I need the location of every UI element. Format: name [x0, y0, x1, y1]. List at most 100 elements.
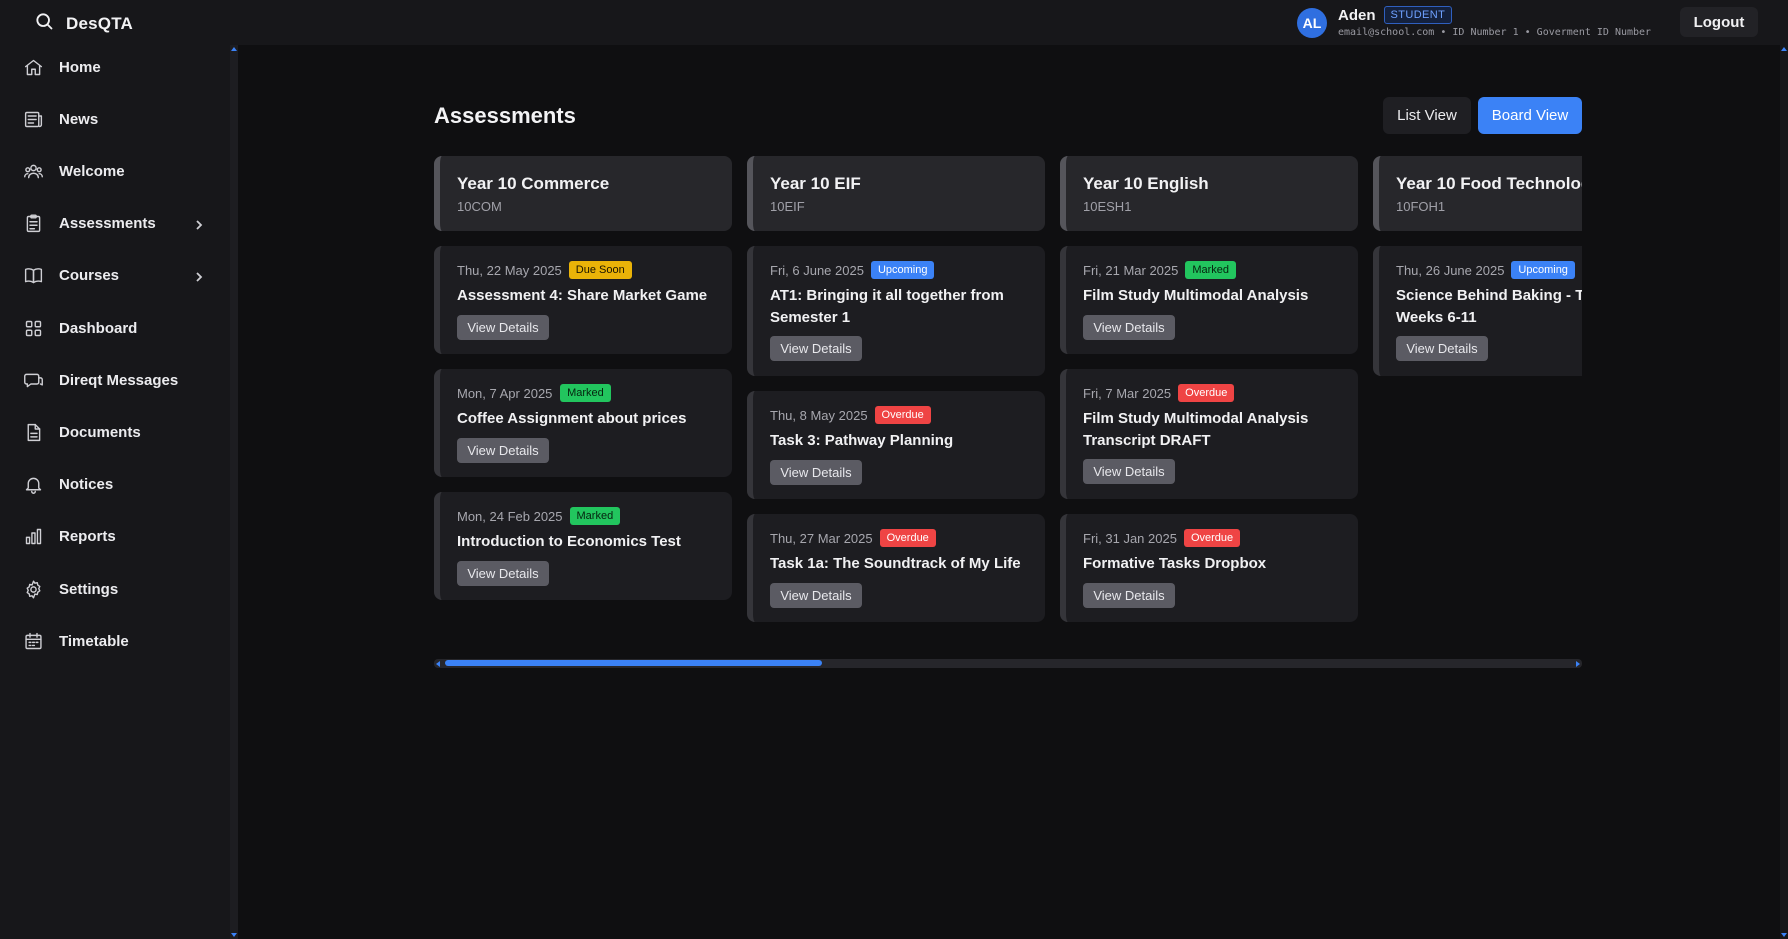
sidebar-item-label: Welcome	[59, 162, 125, 180]
due-date: Thu, 26 June 2025	[1396, 263, 1505, 278]
scroll-down-arrow[interactable]	[1781, 933, 1787, 937]
sidebar-item-label: Dashboard	[59, 319, 138, 337]
scroll-down-arrow[interactable]	[231, 933, 237, 937]
sidebar-item-direqt-messages[interactable]: Direqt Messages	[0, 360, 230, 400]
status-badge: Marked	[569, 507, 621, 525]
top-bar: DesQTA AL Aden STUDENT email@school.com …	[0, 0, 1788, 45]
sidebar-item-welcome[interactable]: Welcome	[0, 151, 230, 191]
column-title: Year 10 English	[1083, 174, 1209, 193]
sidebar: Home News Welcome Assessments Courses Dashboa…	[0, 45, 230, 939]
assessment-title: Science Behind Baking - Term 2 Weeks 6-1…	[1396, 287, 1582, 326]
brand[interactable]: DesQTA	[34, 11, 133, 36]
view-details-button[interactable]: View Details	[1083, 583, 1175, 608]
assessment-card[interactable]: Fri, 31 Jan 2025 Overdue Formative Tasks D…	[1060, 514, 1358, 622]
view-details-button[interactable]: View Details	[770, 583, 862, 608]
column-header[interactable]: Year 10 Commerce 10COM	[434, 156, 732, 231]
newspaper-icon	[22, 108, 44, 130]
view-details-button[interactable]: View Details	[1083, 315, 1175, 340]
bell-icon	[22, 474, 44, 496]
assessment-card[interactable]: Thu, 8 May 2025 Overdue Task 3: Pathway Pl…	[747, 391, 1045, 499]
column-code: 10ESH1	[1083, 199, 1132, 214]
logout-button[interactable]: Logout	[1680, 7, 1758, 37]
list-view-button[interactable]: List View	[1383, 97, 1471, 134]
status-badge: Marked	[560, 384, 611, 402]
sidebar-item-label: Settings	[59, 580, 119, 598]
clipboard-icon	[22, 213, 44, 235]
assessment-title: Formative Tasks Dropbox	[1083, 555, 1267, 572]
column-header[interactable]: Year 10 English 10ESH1	[1060, 156, 1358, 231]
scroll-left-arrow[interactable]	[436, 661, 440, 667]
sidebar-item-label: Home	[59, 58, 101, 76]
status-badge: Overdue	[1178, 384, 1235, 402]
column-header[interactable]: Year 10 Food Technology 10FOH1	[1373, 156, 1582, 231]
role-badge: STUDENT	[1383, 6, 1453, 24]
view-details-button[interactable]: View Details	[457, 315, 549, 340]
view-details-button[interactable]: View Details	[1083, 459, 1175, 484]
assessment-card[interactable]: Thu, 27 Mar 2025 Overdue Task 1a: The Soun…	[747, 514, 1045, 622]
column-header[interactable]: Year 10 EIF 10EIF	[747, 156, 1045, 231]
status-badge: Overdue	[879, 529, 936, 547]
sidebar-item-notices[interactable]: Notices	[0, 465, 230, 505]
view-details-button[interactable]: View Details	[457, 438, 549, 463]
avatar[interactable]: AL	[1297, 8, 1327, 38]
sidebar-item-dashboard[interactable]: Dashboard	[0, 308, 230, 348]
assessment-title: Task 1a: The Soundtrack of My Life	[770, 555, 1021, 572]
assessment-card[interactable]: Thu, 22 May 2025 Due Soon Assessment 4: Sh…	[434, 246, 732, 354]
view-details-button[interactable]: View Details	[457, 561, 549, 586]
scrollbar-thumb[interactable]	[445, 660, 822, 666]
assessment-title: Coffee Assignment about prices	[457, 410, 687, 427]
due-date: Mon, 24 Feb 2025	[457, 509, 563, 524]
chevron-right-icon[interactable]	[193, 270, 205, 282]
sidebar-item-reports[interactable]: Reports	[0, 517, 230, 557]
assessment-title: Film Study Multimodal Analysis	[1083, 287, 1309, 304]
sidebar-scrollbar[interactable]	[230, 45, 238, 939]
sidebar-item-timetable[interactable]: Timetable	[0, 621, 230, 661]
sidebar-item-courses[interactable]: Courses	[0, 256, 230, 296]
assessment-card[interactable]: Thu, 26 June 2025 Upcoming Science Behind …	[1373, 246, 1582, 376]
column-code: 10COM	[457, 199, 502, 214]
sidebar-item-label: Reports	[59, 528, 116, 546]
bar-chart-icon	[22, 526, 44, 548]
due-date: Thu, 22 May 2025	[457, 263, 562, 278]
assessment-card[interactable]: Fri, 21 Mar 2025 Marked Film Study Multimo…	[1060, 246, 1358, 354]
view-details-button[interactable]: View Details	[1396, 336, 1488, 361]
assessment-title: AT1: Bringing it all together from Semes…	[770, 287, 1004, 326]
assessment-card[interactable]: Mon, 7 Apr 2025 Marked Coffee Assignment a…	[434, 369, 732, 477]
scroll-up-arrow[interactable]	[1781, 47, 1787, 51]
scroll-right-arrow[interactable]	[1576, 661, 1580, 667]
sidebar-item-settings[interactable]: Settings	[0, 569, 230, 609]
due-date: Thu, 8 May 2025	[770, 408, 868, 423]
sidebar-item-label: Timetable	[59, 632, 129, 650]
status-badge: Overdue	[1183, 529, 1241, 547]
chat-icon	[22, 369, 44, 391]
chevron-right-icon[interactable]	[193, 218, 205, 230]
page-title: Assessments	[434, 103, 576, 128]
scroll-up-arrow[interactable]	[231, 47, 237, 51]
board-horizontal-scrollbar[interactable]	[434, 659, 1582, 668]
user-details: email@school.com • ID Number 1 • Goverme…	[1338, 27, 1652, 38]
sidebar-item-news[interactable]: News	[0, 99, 230, 139]
grid-icon	[22, 317, 44, 339]
column-code: 10EIF	[770, 199, 805, 214]
assessment-card[interactable]: Mon, 24 Feb 2025 Marked Introduction to Ec…	[434, 492, 732, 600]
gear-icon	[22, 578, 44, 600]
due-date: Thu, 27 Mar 2025	[770, 531, 873, 546]
assessment-title: Task 3: Pathway Planning	[770, 432, 954, 449]
view-details-button[interactable]: View Details	[770, 336, 862, 361]
board-view-button[interactable]: Board View	[1478, 97, 1582, 134]
user-info: Aden STUDENT email@school.com • ID Numbe…	[1338, 6, 1651, 38]
sidebar-item-home[interactable]: Home	[0, 47, 230, 87]
assessment-card[interactable]: Fri, 6 June 2025 Upcoming AT1: Bringing it…	[747, 246, 1045, 376]
assessment-title: Film Study Multimodal Analysis Transcrip…	[1083, 410, 1309, 449]
user-name: Aden	[1338, 6, 1376, 24]
status-badge: Upcoming	[870, 261, 935, 279]
view-details-button[interactable]: View Details	[770, 460, 862, 485]
page-scrollbar[interactable]	[1780, 45, 1788, 939]
app-name: DesQTA	[66, 13, 134, 33]
assessment-card[interactable]: Fri, 7 Mar 2025 Overdue Film Study Multimo…	[1060, 369, 1358, 499]
home-icon	[22, 56, 44, 78]
sidebar-item-assessments[interactable]: Assessments	[0, 204, 230, 244]
sidebar-item-documents[interactable]: Documents	[0, 412, 230, 452]
sidebar-item-label: Assessments	[59, 215, 156, 233]
user-profile[interactable]: AL Aden STUDENT email@school.com • ID Nu…	[1297, 6, 1651, 38]
